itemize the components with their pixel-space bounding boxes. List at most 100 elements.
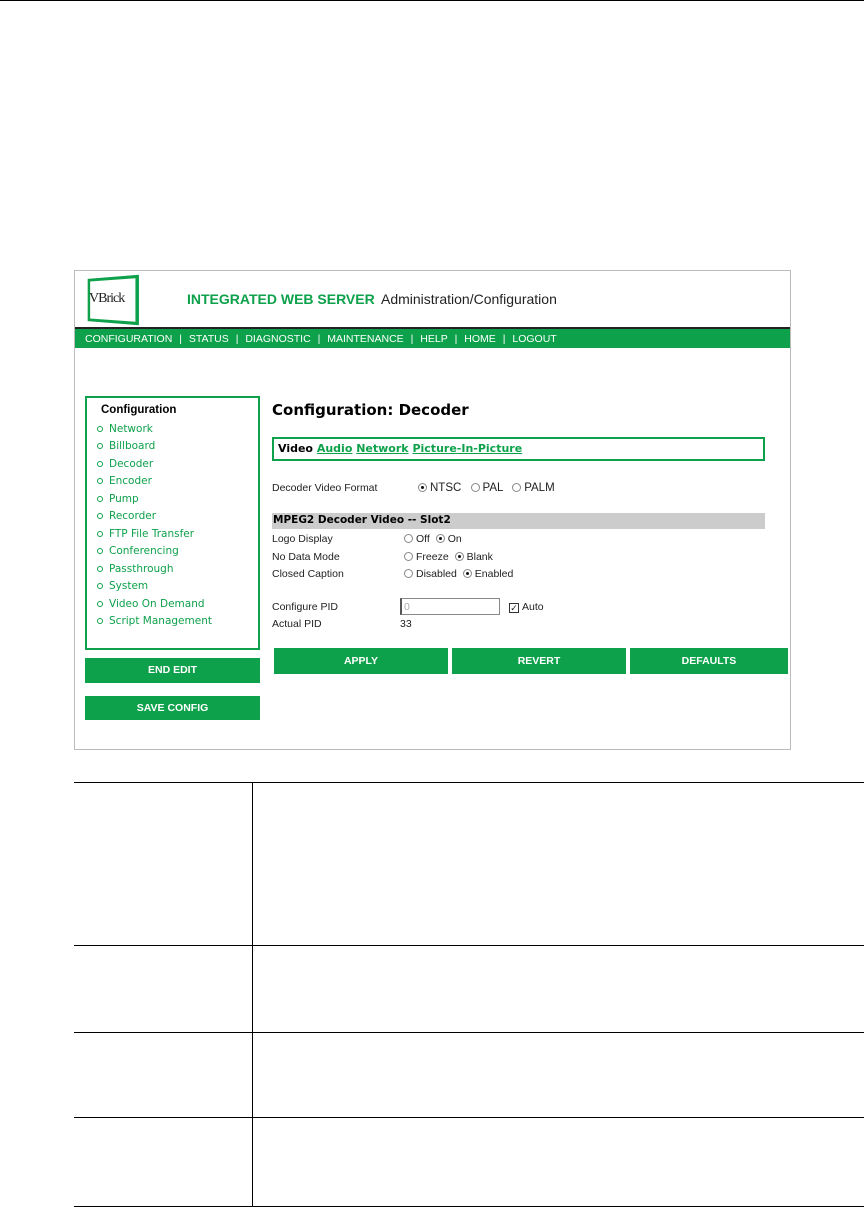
freeze-label: Freeze: [416, 551, 449, 563]
radio-freeze[interactable]: [404, 552, 413, 561]
tab-video: Video: [278, 442, 313, 455]
nav-help[interactable]: HELP: [420, 333, 447, 345]
radio-cc-disabled[interactable]: [404, 569, 413, 578]
sidebar-item-system[interactable]: System: [87, 578, 258, 596]
sidebar-item-label: Conferencing: [109, 545, 179, 558]
nav-configuration[interactable]: CONFIGURATION: [85, 333, 172, 345]
sidebar-item-billboard[interactable]: Billboard: [87, 438, 258, 456]
apply-button[interactable]: APPLY: [274, 648, 448, 674]
vbrick-logo: VBrick: [89, 291, 125, 306]
logo-display-options: Off On: [401, 533, 462, 545]
sidebar-item-label: Pump: [109, 492, 139, 505]
sidebar-item-pump[interactable]: Pump: [87, 490, 258, 508]
nav-diagnostic[interactable]: DIAGNOSTIC: [245, 333, 310, 345]
format-label: Decoder Video Format: [272, 482, 378, 494]
app-subtitle: Administration/Configuration: [381, 291, 557, 307]
bullet-icon: [97, 530, 103, 537]
bullet-icon: [97, 618, 103, 625]
end-edit-button[interactable]: END EDIT: [85, 658, 260, 683]
bullet-icon: [97, 460, 103, 467]
radio-blank[interactable]: [454, 552, 464, 561]
bullet-icon: [97, 478, 103, 485]
sidebar-item-video-on-demand[interactable]: Video On Demand: [87, 595, 258, 613]
bullet-icon: [97, 600, 103, 607]
enabled-label: Enabled: [474, 568, 514, 580]
sidebar-item-decoder[interactable]: Decoder: [87, 455, 258, 473]
sidebar-item-ftp-file-transfer[interactable]: FTP File Transfer: [87, 525, 258, 543]
off-label: Off: [416, 533, 430, 545]
nav-sep: |: [454, 333, 458, 345]
page-rule: [0, 0, 864, 1]
nav-sep: |: [179, 333, 182, 345]
configure-pid-input[interactable]: [400, 598, 500, 615]
app-title: INTEGRATED WEB SERVER: [187, 291, 375, 307]
defaults-button[interactable]: DEFAULTS: [630, 648, 788, 674]
browser-screenshot: VBrick INTEGRATED WEB SERVER Administrat…: [74, 270, 791, 750]
bullet-icon: [97, 425, 103, 432]
no-data-mode-label: No Data Mode: [272, 551, 340, 563]
sidebar-item-conferencing[interactable]: Conferencing: [87, 543, 258, 561]
sidebar-item-label: Billboard: [109, 440, 156, 453]
nav-home[interactable]: HOME: [464, 333, 496, 345]
table-row: [74, 946, 864, 1033]
tab-network[interactable]: Network: [356, 442, 408, 455]
sidebar-heading: Configuration: [101, 404, 177, 416]
radio-logo-off[interactable]: [404, 534, 413, 543]
pal-label: PAL: [482, 482, 503, 494]
sidebar-item-label: FTP File Transfer: [109, 527, 195, 540]
nav-logout[interactable]: LOGOUT: [512, 333, 556, 345]
sidebar-item-label: Decoder: [109, 457, 154, 470]
table-row: [74, 1033, 864, 1118]
closed-caption-options: Disabled Enabled: [401, 568, 513, 580]
auto-checkbox[interactable]: ✓: [509, 603, 519, 613]
section-header: MPEG2 Decoder Video -- Slot2: [272, 513, 765, 529]
nav-sep: |: [317, 333, 321, 345]
bullet-icon: [97, 443, 103, 450]
closed-caption-label: Closed Caption: [272, 568, 344, 580]
revert-button[interactable]: REVERT: [452, 648, 626, 674]
bullet-icon: [97, 513, 103, 520]
sidebar-item-recorder[interactable]: Recorder: [87, 508, 258, 526]
bullet-icon: [97, 495, 103, 502]
radio-ntsc[interactable]: [418, 483, 427, 492]
bullet-icon: [97, 548, 103, 555]
sidebar-item-label: Passthrough: [109, 562, 174, 575]
radio-cc-enabled[interactable]: [462, 569, 472, 578]
radio-pal[interactable]: [470, 483, 480, 492]
sidebar-item-network[interactable]: Network: [87, 420, 258, 438]
top-nav: CONFIGURATION | STATUS | DIAGNOSTIC | MA…: [75, 327, 790, 348]
nav-status[interactable]: STATUS: [189, 333, 229, 345]
sidebar-item-passthrough[interactable]: Passthrough: [87, 560, 258, 578]
sidebar-item-label: Network: [109, 422, 153, 435]
page-title: Configuration: Decoder: [272, 401, 469, 419]
sidebar-item-label: Video On Demand: [109, 597, 205, 610]
sidebar-item-label: Script Management: [109, 615, 212, 628]
tab-audio[interactable]: Audio: [317, 442, 353, 455]
no-data-mode-options: Freeze Blank: [401, 551, 493, 563]
sidebar-item-label: Encoder: [109, 475, 152, 488]
auto-checkbox-wrap: ✓ Auto: [509, 601, 544, 613]
save-config-button[interactable]: SAVE CONFIG: [85, 696, 260, 720]
sidebar-item-label: System: [109, 580, 149, 593]
nav-maintenance[interactable]: MAINTENANCE: [327, 333, 403, 345]
sidebar-item-label: Recorder: [109, 510, 157, 523]
nav-sep: |: [235, 333, 239, 345]
on-label: On: [447, 533, 462, 545]
nav-sep: |: [410, 333, 414, 345]
auto-label: Auto: [522, 601, 544, 613]
bullet-icon: [97, 583, 103, 590]
disabled-label: Disabled: [416, 568, 457, 580]
radio-logo-on[interactable]: [435, 534, 445, 543]
format-options: NTSC PAL PALM: [415, 482, 555, 494]
sidebar-item-script-management[interactable]: Script Management: [87, 613, 258, 631]
radio-palm[interactable]: [512, 483, 522, 492]
bullet-icon: [97, 565, 103, 572]
table-row: [74, 1118, 864, 1207]
tab-picture-in-picture[interactable]: Picture-In-Picture: [412, 442, 522, 455]
sidebar: Configuration Network Billboard Decoder Enc…: [85, 396, 260, 650]
actual-pid-label: Actual PID: [272, 618, 322, 630]
sidebar-item-encoder[interactable]: Encoder: [87, 473, 258, 491]
main-content: Configuration: Decoder: [272, 401, 469, 419]
blank-label: Blank: [466, 551, 493, 563]
actual-pid-value: 33: [400, 618, 412, 630]
